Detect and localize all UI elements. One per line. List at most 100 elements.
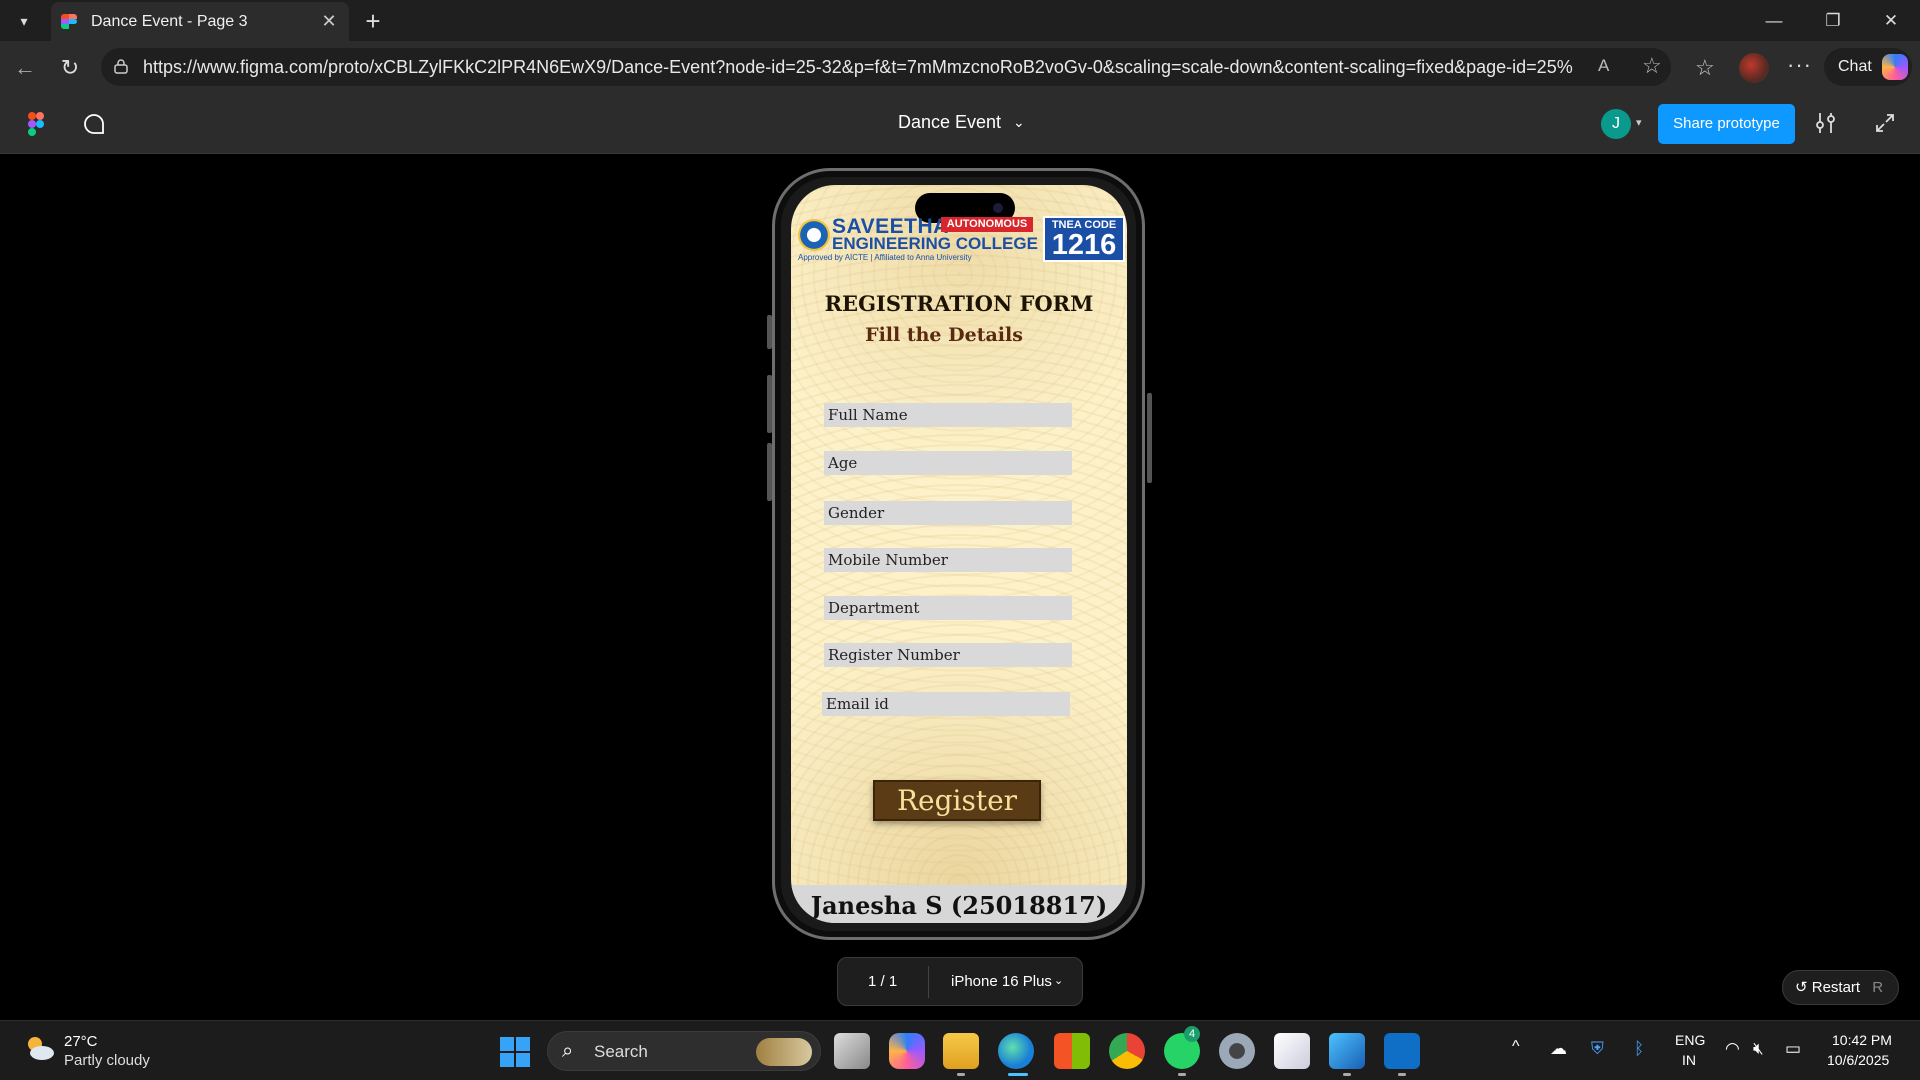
back-arrow-icon[interactable]: ← bbox=[10, 53, 40, 83]
restart-icon: ↺ bbox=[1795, 979, 1808, 996]
copilot-icon bbox=[1881, 54, 1908, 80]
microsoft-store-icon[interactable] bbox=[1054, 1033, 1090, 1069]
restart-button[interactable]: ↺ Restart R bbox=[1782, 970, 1899, 1005]
photos-app-icon[interactable] bbox=[1329, 1033, 1365, 1069]
restart-label: Restart bbox=[1811, 979, 1861, 996]
browser-nav-bar: ← ↻ https://www.figma.com/proto/xCBLZylF… bbox=[0, 41, 1920, 94]
chrome-icon[interactable] bbox=[1109, 1033, 1145, 1069]
comment-icon[interactable] bbox=[82, 112, 106, 136]
register-number-field[interactable]: Register Number bbox=[824, 643, 1072, 667]
user-avatar[interactable]: J bbox=[1601, 109, 1631, 139]
front-camera-icon bbox=[993, 203, 1003, 213]
running-indicator bbox=[957, 1073, 965, 1076]
tray-overflow-chevron-icon[interactable]: ^ bbox=[1512, 1038, 1520, 1056]
form-subtitle: Fill the Details bbox=[865, 324, 1023, 346]
address-bar[interactable]: https://www.figma.com/proto/xCBLZylFKkC2… bbox=[101, 48, 1671, 86]
battery-charging-icon[interactable]: ▭ bbox=[1785, 1039, 1801, 1059]
onedrive-cloud-icon[interactable]: ☁ bbox=[1550, 1039, 1567, 1059]
form-title: REGISTRATION FORM bbox=[824, 291, 1094, 316]
chat-button[interactable]: Chat bbox=[1824, 48, 1912, 86]
phone-screen: SAVEETHA AUTONOMOUS ENGINEERING COLLEGE … bbox=[791, 185, 1127, 923]
close-window-icon[interactable]: ✕ bbox=[1871, 6, 1911, 36]
tnea-code: 1216 bbox=[1051, 229, 1117, 261]
url-text[interactable]: https://www.figma.com/proto/xCBLZylFKkC2… bbox=[143, 57, 1573, 78]
file-title[interactable]: Dance Event bbox=[898, 112, 1001, 133]
whatsapp-notification-badge: 4 bbox=[1184, 1026, 1200, 1042]
input-region[interactable]: IN bbox=[1682, 1052, 1696, 1068]
settings-gear-icon[interactable] bbox=[1219, 1033, 1255, 1069]
tab-actions-chevron-icon[interactable]: ▾ bbox=[10, 8, 38, 34]
restore-window-icon[interactable]: ❐ bbox=[1813, 6, 1853, 36]
taskbar-search[interactable]: ⌕ Search bbox=[547, 1031, 821, 1071]
college-affiliation: Approved by AICTE | Affiliated to Anna U… bbox=[798, 253, 972, 262]
restart-shortcut-key: R bbox=[1872, 979, 1884, 996]
clock-date[interactable]: 10/6/2025 bbox=[1827, 1052, 1889, 1068]
department-field[interactable]: Department bbox=[824, 596, 1072, 620]
refresh-icon[interactable]: ↻ bbox=[55, 53, 85, 83]
tab-title: Dance Event - Page 3 bbox=[91, 12, 248, 30]
action-button bbox=[767, 315, 772, 349]
windows-taskbar: 27°C Partly cloudy ⌕ Search 4 ^ ☁ ⛨ ᛒ EN… bbox=[0, 1020, 1920, 1080]
input-language[interactable]: ENG bbox=[1675, 1032, 1705, 1048]
page-counter: 1 / 1 bbox=[868, 973, 898, 990]
device-chevron-down-icon[interactable]: ⌄ bbox=[1054, 974, 1063, 987]
clock-time[interactable]: 10:42 PM bbox=[1832, 1032, 1892, 1048]
running-indicator bbox=[1343, 1073, 1351, 1076]
browser-tab-bar: ▾ Dance Event - Page 3 ✕ + — ❐ ✕ bbox=[0, 0, 1920, 41]
power-button bbox=[1147, 393, 1152, 483]
new-tab-button[interactable]: + bbox=[358, 6, 388, 37]
device-selector[interactable]: iPhone 16 Plus bbox=[951, 973, 1052, 990]
college-name-line2: ENGINEERING COLLEGE bbox=[832, 234, 1038, 253]
running-indicator bbox=[1178, 1073, 1186, 1076]
active-tab[interactable]: Dance Event - Page 3 ✕ bbox=[51, 2, 349, 41]
copilot-taskbar-icon[interactable] bbox=[889, 1033, 925, 1069]
tab-close-icon[interactable]: ✕ bbox=[319, 11, 339, 32]
bluetooth-icon[interactable]: ᛒ bbox=[1634, 1039, 1644, 1059]
full-name-field[interactable]: Full Name bbox=[824, 403, 1072, 427]
task-view-icon[interactable] bbox=[834, 1033, 870, 1069]
avatar-chevron-down-icon[interactable]: ▾ bbox=[1636, 116, 1642, 129]
minimize-icon[interactable]: — bbox=[1754, 6, 1794, 36]
search-label: Search bbox=[594, 1042, 648, 1061]
chat-label: Chat bbox=[1838, 58, 1872, 75]
nav-divider bbox=[928, 966, 929, 998]
register-button[interactable]: Register bbox=[873, 780, 1041, 821]
weather-description[interactable]: Partly cloudy bbox=[64, 1052, 150, 1069]
title-chevron-down-icon[interactable]: ⌄ bbox=[1013, 114, 1025, 131]
mobile-number-field[interactable]: Mobile Number bbox=[824, 548, 1072, 572]
gender-field[interactable]: Gender bbox=[824, 501, 1072, 525]
windows-start-icon[interactable] bbox=[500, 1037, 530, 1067]
college-emblem-icon bbox=[798, 219, 830, 251]
read-aloud-icon[interactable]: A bbox=[1598, 56, 1609, 76]
weather-temperature[interactable]: 27°C bbox=[64, 1033, 98, 1050]
figma-logo-icon[interactable] bbox=[28, 112, 44, 136]
favorite-star-icon[interactable]: ☆ bbox=[1642, 53, 1662, 79]
volume-muted-icon[interactable]: 🔇︎ bbox=[1753, 1039, 1764, 1059]
prototype-settings-icon[interactable] bbox=[1813, 110, 1839, 136]
more-options-icon[interactable]: ··· bbox=[1787, 52, 1812, 78]
wifi-icon[interactable]: ◠ bbox=[1725, 1039, 1740, 1059]
running-indicator bbox=[1398, 1073, 1406, 1076]
search-icon: ⌕ bbox=[562, 1040, 574, 1062]
autonomous-badge: AUTONOMOUS bbox=[941, 217, 1033, 232]
edge-browser-icon[interactable] bbox=[998, 1033, 1034, 1069]
email-field[interactable]: Email id bbox=[822, 692, 1070, 716]
partly-cloudy-icon[interactable] bbox=[22, 1033, 56, 1063]
browser-profile-avatar[interactable] bbox=[1739, 53, 1769, 83]
figma-prototype-toolbar: Dance Event ⌄ J ▾ Share prototype bbox=[0, 94, 1920, 154]
file-explorer-icon[interactable] bbox=[943, 1033, 979, 1069]
age-field[interactable]: Age bbox=[824, 451, 1072, 475]
favorites-icon[interactable]: ☆ bbox=[1695, 55, 1715, 81]
volume-down-button bbox=[767, 443, 772, 501]
search-highlight-image bbox=[756, 1038, 812, 1066]
tnea-code-box: TNEA CODE 1216 bbox=[1043, 216, 1125, 262]
security-shield-icon[interactable]: ⛨ bbox=[1591, 1039, 1604, 1059]
vscode-icon[interactable] bbox=[1384, 1033, 1420, 1069]
document-app-icon[interactable] bbox=[1274, 1033, 1310, 1069]
lock-icon[interactable] bbox=[113, 58, 129, 74]
prototype-navigation: 1 / 1 iPhone 16 Plus ⌄ bbox=[837, 957, 1083, 1006]
expand-fullscreen-icon[interactable] bbox=[1874, 112, 1896, 134]
share-prototype-button[interactable]: Share prototype bbox=[1658, 104, 1795, 144]
volume-up-button bbox=[767, 375, 772, 433]
active-app-indicator bbox=[1008, 1073, 1028, 1076]
